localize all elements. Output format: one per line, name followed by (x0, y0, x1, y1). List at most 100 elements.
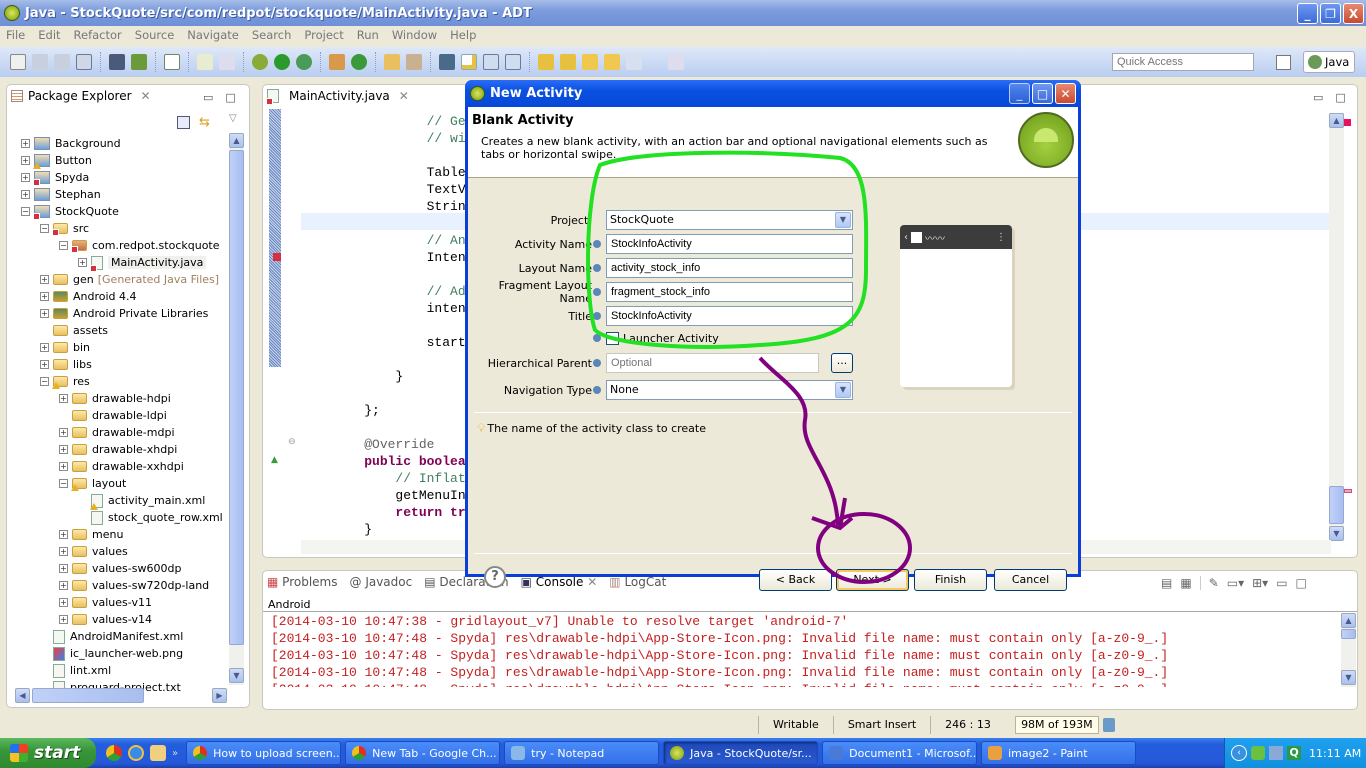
console-scroll-up[interactable]: ▲ (1341, 613, 1356, 628)
tab-javadoc[interactable]: @ Javadoc (349, 575, 412, 589)
maximize-view-icon[interactable]: □ (225, 91, 235, 104)
tree-item[interactable]: − com.redpot.stockquote (21, 237, 233, 254)
new-android-project-icon[interactable] (197, 54, 213, 70)
print-icon[interactable] (76, 54, 92, 70)
more-quicklaunch-icon[interactable]: » (172, 748, 178, 759)
tree-item[interactable]: + values-sw720dp-land (21, 577, 233, 594)
tree-item[interactable]: − res (21, 373, 233, 390)
tab-logcat[interactable]: ▥ LogCat (609, 575, 666, 589)
tree-item[interactable]: + bin (21, 339, 233, 356)
hierarchical-parent-input[interactable] (606, 353, 819, 373)
tree-item[interactable]: − StockQuote (21, 203, 233, 220)
display-console-icon[interactable]: ▭▾ (1227, 576, 1244, 590)
tree-item[interactable]: + Spyda (21, 169, 233, 186)
help-button[interactable]: ? (484, 566, 506, 588)
tree-item[interactable]: + drawable-hdpi (21, 390, 233, 407)
taskbar-button[interactable]: try - Notepad (504, 741, 660, 765)
chrome-quicklaunch-icon[interactable] (106, 745, 122, 761)
tree-item[interactable]: assets (21, 322, 233, 339)
fragment-layout-name-input[interactable] (606, 282, 853, 302)
console-scroll-thumb[interactable] (1341, 629, 1356, 639)
scroll-lock-icon[interactable]: ▦ (1180, 576, 1191, 590)
open-task-icon[interactable] (439, 54, 455, 70)
tree-item[interactable]: stock_quote_row.xml (21, 509, 233, 526)
maximize-editor-icon[interactable]: □ (1335, 91, 1345, 104)
menu-run[interactable]: Run (357, 28, 379, 42)
collapse-icon[interactable]: − (40, 377, 49, 386)
tree-item[interactable]: + Android 4.4 (21, 288, 233, 305)
taskbar-button[interactable]: New Tab - Google Ch... (345, 741, 501, 765)
q-tray-icon[interactable]: Q (1287, 746, 1301, 760)
collapse-icon[interactable]: − (40, 224, 49, 233)
tree-item[interactable]: + values-v14 (21, 611, 233, 628)
menu-file[interactable]: File (6, 28, 25, 42)
new-package-icon[interactable] (329, 54, 345, 70)
console-output[interactable]: [2014-03-10 10:47:38 - gridlayout_v7] Un… (271, 614, 1341, 687)
mark-occurrences-icon[interactable] (461, 54, 477, 70)
tree-item[interactable]: + Android Private Libraries (21, 305, 233, 322)
navigation-type-select[interactable]: None ▼ (606, 380, 853, 400)
tree-item[interactable]: lint.xml (21, 662, 233, 679)
taskbar-button[interactable]: Document1 - Microsof... (822, 741, 978, 765)
tree-item[interactable]: + drawable-xhdpi (21, 441, 233, 458)
pin-console-icon[interactable]: ✎ (1209, 576, 1219, 590)
sdk-manager-icon[interactable] (109, 54, 125, 70)
tree-item[interactable]: + gen [Generated Java Files] (21, 271, 233, 288)
save-icon[interactable] (32, 54, 48, 70)
search-icon[interactable] (406, 54, 422, 70)
editor-scroll-down[interactable]: ▼ (1329, 526, 1344, 541)
collapse-icon[interactable]: − (59, 241, 68, 250)
ie-quicklaunch-icon[interactable] (128, 745, 144, 761)
clear-console-icon[interactable]: ▤ (1161, 576, 1172, 590)
expand-icon[interactable]: + (40, 309, 49, 318)
tree-item[interactable]: + values-v11 (21, 594, 233, 611)
tree-item[interactable]: + drawable-xxhdpi (21, 458, 233, 475)
open-console-icon[interactable]: ⊞▾ (1252, 576, 1268, 590)
menu-source[interactable]: Source (135, 28, 175, 42)
menu-refactor[interactable]: Refactor (74, 28, 122, 42)
tree-item[interactable]: − src (21, 220, 233, 237)
skip-breakpoints-icon[interactable] (219, 54, 235, 70)
expand-icon[interactable]: + (59, 598, 68, 607)
finish-button[interactable]: Finish (914, 569, 987, 591)
scroll-right-button[interactable]: ▶ (212, 688, 227, 703)
taskbar-button[interactable]: image2 - Paint (981, 741, 1137, 765)
expand-icon[interactable]: + (59, 428, 68, 437)
scroll-down-button[interactable]: ▼ (229, 668, 244, 683)
editor-scroll-thumb[interactable] (1329, 486, 1344, 524)
tree-item[interactable]: ic_launcher-web.png (21, 645, 233, 662)
previous-annotation-icon[interactable] (560, 54, 576, 70)
title-input[interactable] (606, 306, 853, 326)
menu-window[interactable]: Window (392, 28, 437, 42)
minimize-editor-icon[interactable]: ▭ (1313, 91, 1323, 104)
expand-icon[interactable]: + (59, 547, 68, 556)
expand-icon[interactable]: + (59, 530, 68, 539)
next-button[interactable]: Next > (836, 569, 909, 591)
expand-icon[interactable]: + (59, 445, 68, 454)
expand-icon[interactable]: + (78, 258, 87, 267)
taskbar-button[interactable]: How to upload screen... (186, 741, 342, 765)
dialog-close-button[interactable]: ✕ (1055, 83, 1076, 104)
external-tools-icon[interactable] (296, 54, 312, 70)
expand-icon[interactable]: + (59, 564, 68, 573)
new-icon[interactable] (10, 54, 26, 70)
last-edit-location-icon[interactable] (582, 54, 598, 70)
editor-scroll-up[interactable]: ▲ (1329, 113, 1344, 128)
open-perspective-icon[interactable] (1276, 55, 1291, 70)
tree-item[interactable]: + libs (21, 356, 233, 373)
error-overview-marker[interactable] (1344, 119, 1351, 126)
tree-item[interactable]: AndroidManifest.xml (21, 628, 233, 645)
expand-icon[interactable]: + (40, 360, 49, 369)
open-type-icon[interactable] (384, 54, 400, 70)
expand-icon[interactable]: + (21, 190, 30, 199)
expand-icon[interactable]: + (21, 139, 30, 148)
package-explorer-tab[interactable]: Package Explorer ✕ (11, 89, 151, 103)
cancel-button[interactable]: Cancel (994, 569, 1067, 591)
expand-icon[interactable]: + (59, 394, 68, 403)
tree-item[interactable]: + values-sw600dp (21, 560, 233, 577)
dialog-maximize-button[interactable]: □ (1032, 83, 1053, 104)
lint-check-icon[interactable] (164, 54, 180, 70)
app-quicklaunch-icon[interactable] (150, 745, 166, 761)
expand-icon[interactable]: + (21, 156, 30, 165)
console-scroll-down[interactable]: ▼ (1341, 670, 1356, 685)
